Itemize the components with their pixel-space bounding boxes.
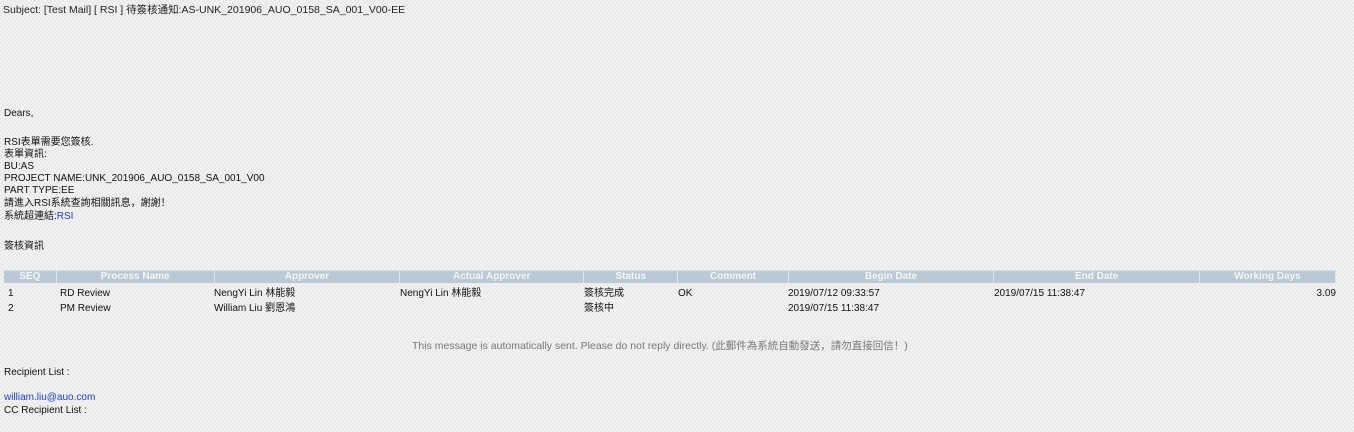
header-actual-approver: Actual Approver: [400, 271, 585, 283]
cell-seq: 2: [8, 303, 14, 314]
auto-sent-notice: This message is automatically sent. Plea…: [412, 340, 908, 352]
rsi-system-link[interactable]: RSI: [57, 211, 74, 222]
cell-begin-date: 2019/07/12 09:33:57: [788, 288, 880, 299]
cell-actual-approver: NengYi Lin 林能毅: [400, 288, 482, 299]
cell-approver: William Liu 劉恩鴻: [214, 303, 296, 314]
cell-status: 簽核完成: [584, 288, 624, 299]
header-process-name: Process Name: [57, 271, 215, 283]
header-seq: SEQ: [4, 271, 57, 283]
header-approver: Approver: [215, 271, 401, 283]
bu-line: BU:AS: [4, 161, 35, 172]
cell-working-days: [1200, 301, 1336, 316]
recipient-list-label: Recipient List :: [4, 367, 70, 378]
email-subject: Subject: [Test Mail] [ RSI ] 待簽核通知:AS-UN…: [3, 4, 406, 16]
form-info-label: 表單資訊:: [4, 149, 47, 160]
system-link-label: 系統超連結:: [4, 211, 57, 222]
cell-comment: OK: [678, 288, 693, 299]
header-begin-date: Begin Date: [789, 271, 995, 283]
recipient-email-link[interactable]: william.liu@auo.com: [4, 392, 95, 404]
review-info-label: 簽核資訊: [4, 241, 44, 252]
cell-status: 簽核中: [584, 303, 614, 314]
project-name-line: PROJECT NAME:UNK_201906_AUO_0158_SA_001_…: [4, 173, 265, 184]
greeting: Dears,: [4, 108, 34, 119]
cell-end-date: [994, 301, 1200, 316]
header-working-days: Working Days: [1200, 271, 1336, 283]
header-comment: Comment: [678, 271, 789, 283]
table-row: 2 PM Review William Liu 劉恩鴻 簽核中 2019/07/…: [4, 301, 1336, 316]
table-header: SEQ Process Name Approver Actual Approve…: [4, 270, 1336, 283]
cell-process-name: RD Review: [60, 288, 111, 299]
header-end-date: End Date: [994, 271, 1200, 283]
part-type-line: PART TYPE:EE: [4, 185, 75, 196]
cell-comment: [678, 301, 788, 316]
header-status: Status: [584, 271, 679, 283]
cell-end-date: 2019/07/15 11:38:47: [994, 288, 1086, 299]
cell-actual-approver: [400, 301, 584, 316]
cc-recipient-list-label: CC Recipient List :: [4, 405, 87, 416]
cell-working-days: 3.09: [1316, 288, 1336, 299]
approval-table: SEQ Process Name Approver Actual Approve…: [4, 270, 1336, 316]
cell-approver: NengYi Lin 林能毅: [214, 288, 296, 299]
cell-begin-date: 2019/07/15 11:38:47: [788, 303, 880, 314]
intro-text: RSI表單需要您簽核.: [4, 137, 94, 148]
system-link-line: 系統超連結:RSI: [4, 211, 73, 223]
instruction-line: 請進入RSI系統查詢相關訊息，謝謝！: [4, 198, 171, 209]
cell-seq: 1: [8, 288, 14, 299]
cell-process-name: PM Review: [60, 303, 111, 314]
table-row: 1 RD Review NengYi Lin 林能毅 NengYi Lin 林能…: [4, 286, 1336, 301]
